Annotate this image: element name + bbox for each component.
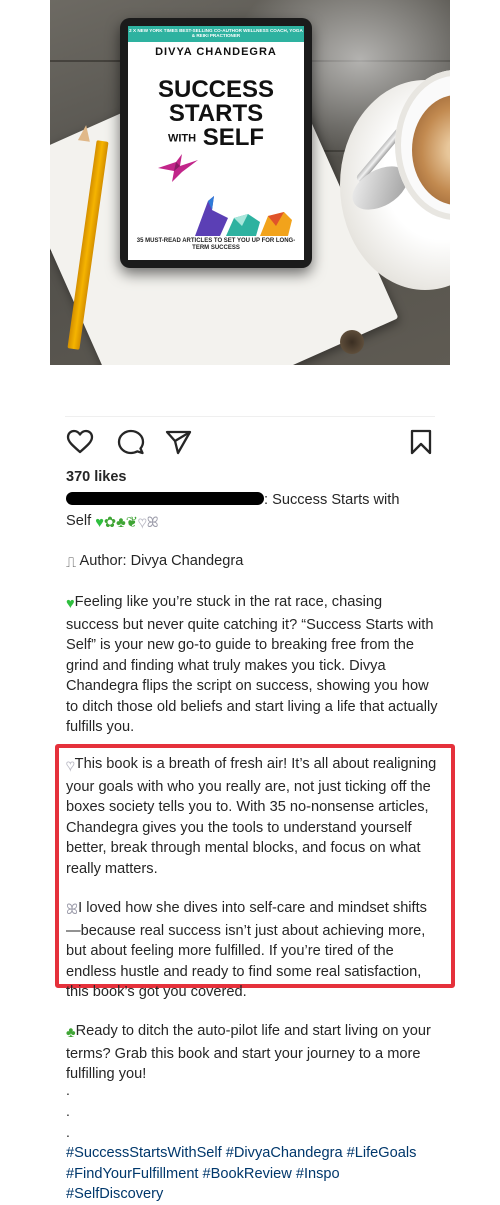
herb-icon: ✿ (103, 514, 117, 531)
caption-dot: . (66, 1082, 70, 1098)
caption-paragraph-1: ♥Feeling like you’re stuck in the rat ra… (66, 592, 438, 738)
caption-dot: . (66, 1103, 70, 1119)
book-title-line3: WITH SELF (128, 126, 304, 151)
shamrock-icon: ♣ (66, 1025, 76, 1041)
caption-para4-text: Ready to ditch the auto-pilot life and s… (66, 1023, 431, 1082)
book-icon: ⎍ (66, 555, 77, 571)
ribbon-icon: ꕤ (66, 902, 79, 918)
save-button[interactable] (407, 428, 435, 456)
caption-para1-text: Feeling like you’re stuck in the rat rac… (66, 594, 438, 735)
bookmark-icon (410, 429, 432, 455)
heart-outline-icon (66, 429, 94, 454)
shamrock-icon: ♣ (116, 514, 126, 531)
paper-plane-icon (165, 430, 192, 455)
like-count[interactable]: 370 likes (66, 469, 126, 485)
book-title-line2: STARTS (168, 100, 264, 127)
comment-bubble-icon (117, 429, 145, 455)
caption-paragraph-2: ♥This book is a breath of fresh air! It’… (66, 754, 438, 879)
hashtags[interactable]: #SuccessStartsWithSelf #DivyaChandegra #… (66, 1143, 436, 1205)
like-button[interactable] (66, 428, 94, 456)
share-button[interactable] (164, 428, 192, 456)
caption-para3-text: I loved how she dives into self-care and… (66, 900, 427, 1000)
post-image[interactable]: 2 X NEW YORK TIMES BEST-SELLING CO-AUTHO… (50, 0, 450, 365)
book-cover: 2 X NEW YORK TIMES BEST-SELLING CO-AUTHO… (128, 26, 304, 260)
green-heart-icon: ♥ (95, 514, 104, 531)
caption-paragraph-4: ♣Ready to ditch the auto-pilot life and … (66, 1021, 438, 1085)
book-banner: 2 X NEW YORK TIMES BEST-SELLING CO-AUTHO… (128, 26, 304, 42)
origami-crane-icon (158, 154, 198, 182)
pencil-tip (77, 124, 93, 142)
redacted-username[interactable] (66, 492, 264, 505)
book-author: DIVYA CHANDEGRA (155, 46, 277, 58)
book-subtitle: 35 MUST-READ ARTICLES TO SET YOU UP FOR … (136, 238, 296, 251)
caption-title-line2: Self (66, 512, 92, 529)
wood-knot (340, 330, 364, 354)
caption-paragraph-3: ꕤI loved how she dives into self-care an… (66, 898, 438, 1003)
caption-para2-text: This book is a breath of fresh air! It’s… (66, 756, 437, 877)
caption-author-line: ⎍ Author: Divya Chandegra (66, 551, 438, 574)
divider (65, 416, 435, 417)
caption-title-suffix: : Success Starts with (264, 492, 400, 508)
white-heart-icon: ♥ (137, 514, 147, 531)
ribbon-icon: ꕤ (146, 514, 159, 531)
book-title-self: SELF (202, 124, 265, 151)
white-heart-icon: ♥ (66, 758, 75, 775)
book-title-with: WITH (167, 132, 197, 145)
book-title: SUCCESS STARTS WITH SELF (128, 78, 304, 151)
caption-author: Author: Divya Chandegra (79, 553, 244, 569)
caption-headline: : Success Starts with Self ♥✿♣❦♥ꕤ (66, 490, 438, 533)
green-heart-icon: ♥ (66, 596, 75, 612)
caption-dot: . (66, 1124, 70, 1140)
book-title-line1: SUCCESS (157, 76, 275, 103)
seedling-icon: ❦ (125, 514, 138, 531)
tablet: 2 X NEW YORK TIMES BEST-SELLING CO-AUTHO… (120, 18, 312, 268)
origami-birds-icon (195, 196, 292, 236)
comment-button[interactable] (117, 428, 145, 456)
